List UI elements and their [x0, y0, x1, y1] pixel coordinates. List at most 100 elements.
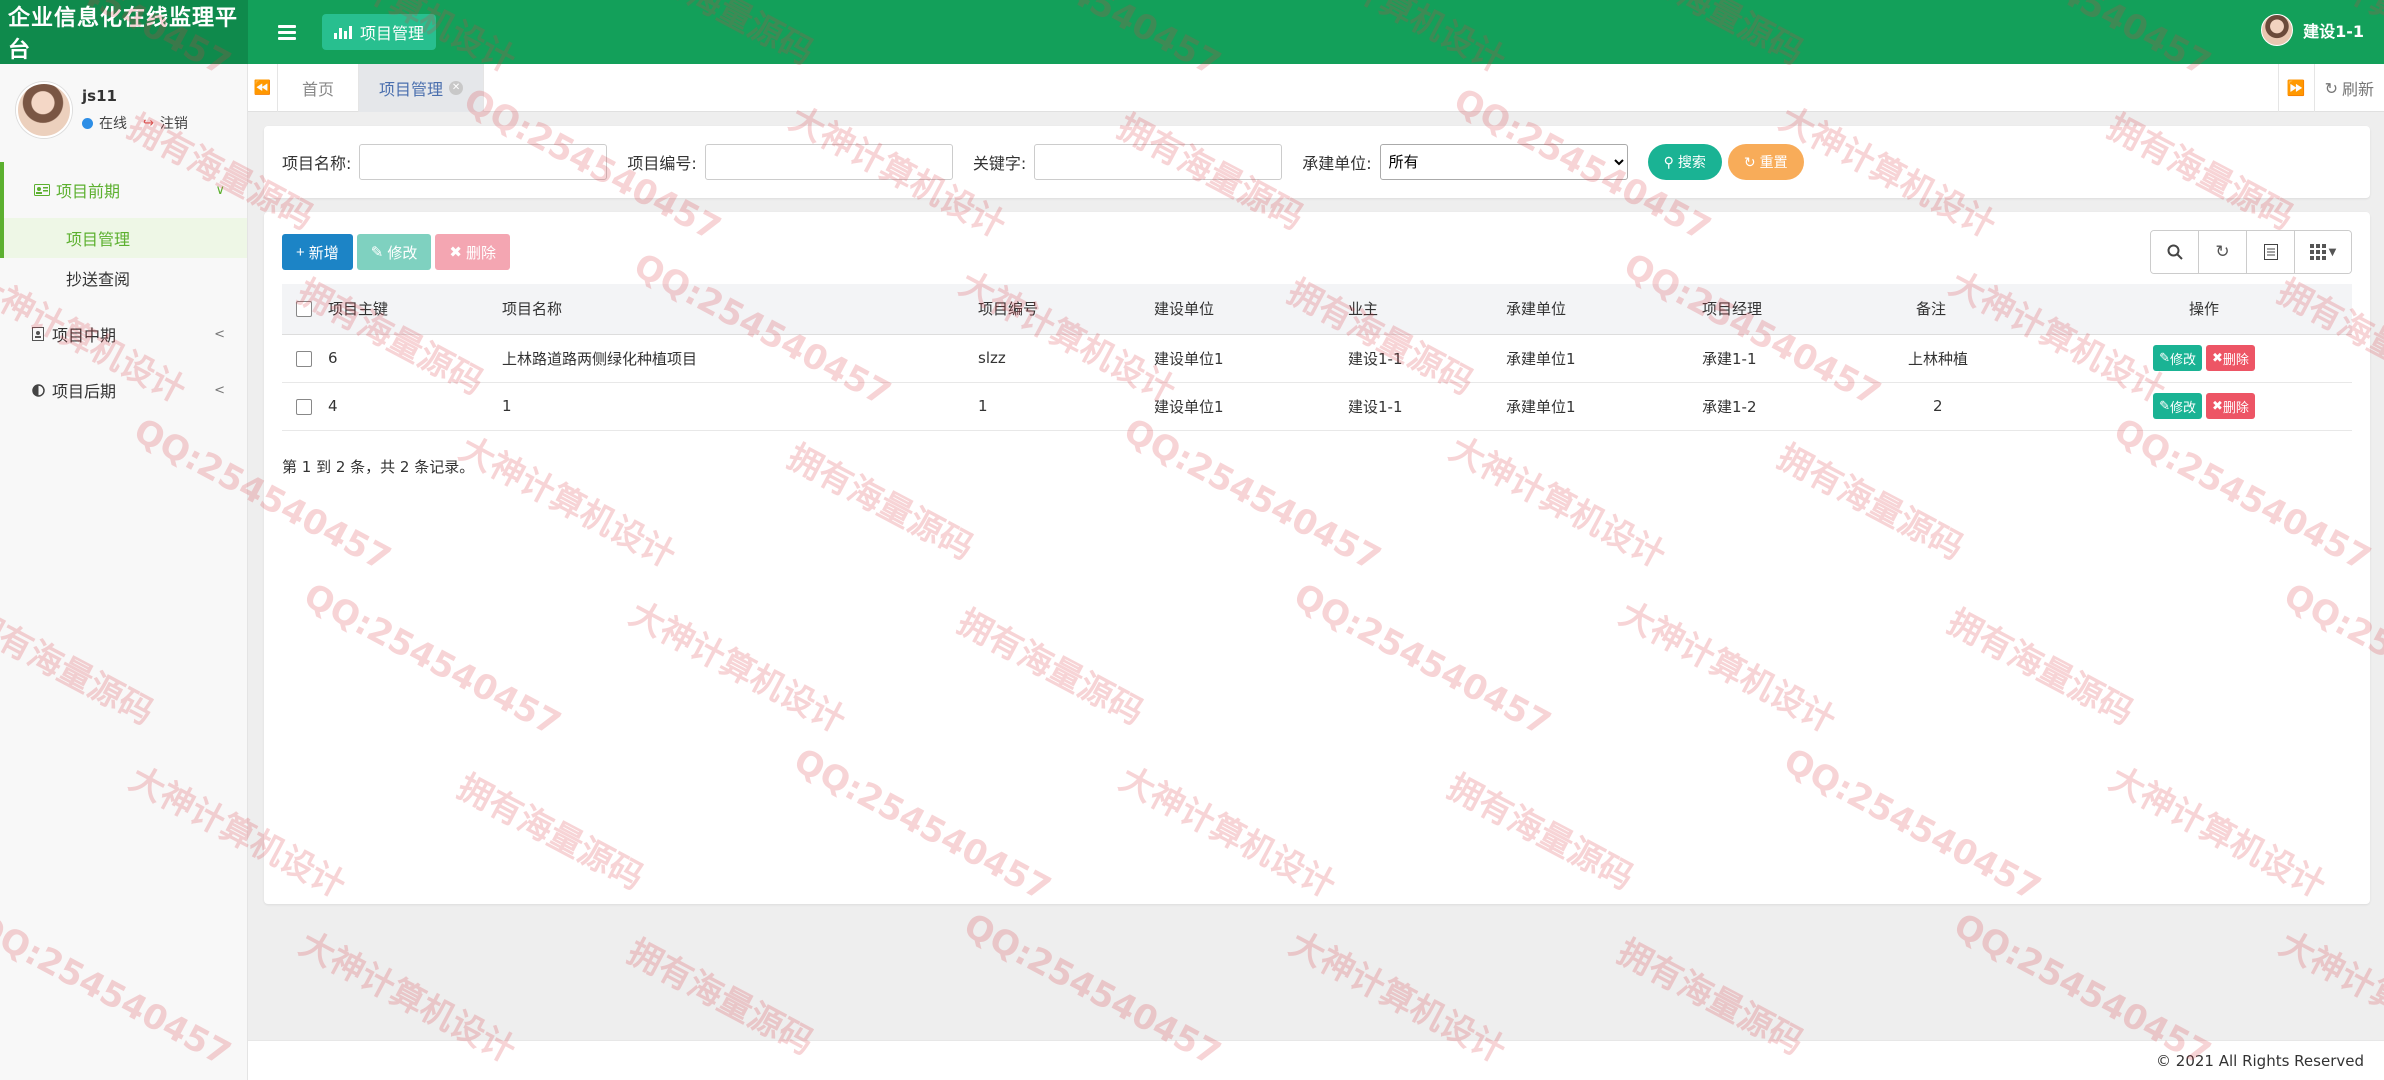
logout-link[interactable]: 注销	[160, 113, 188, 133]
app-title: 企业信息化在线监理平台	[0, 0, 248, 64]
col-header-name[interactable]: 项目名称	[502, 284, 978, 335]
edit-icon: ✎	[370, 244, 384, 261]
cell-actions: ✎ 修改 ✖ 删除	[2056, 334, 2352, 383]
keyword-input[interactable]	[1034, 144, 1283, 180]
edit-icon: ✎	[2159, 350, 2170, 365]
cell-manager: 承建1-2	[1702, 382, 1878, 431]
tab-scroll-right-icon[interactable]: ⏩	[2277, 64, 2314, 112]
top-tab-project-management[interactable]: 项目管理	[322, 14, 437, 50]
bar-chart-icon	[334, 25, 352, 39]
row-checkbox[interactable]	[296, 398, 312, 415]
sidebar-user-name: js11	[82, 87, 117, 105]
row-edit-label: 修改	[2169, 351, 2196, 367]
refresh-icon: ↻	[2215, 242, 2230, 262]
avatar	[2261, 14, 2294, 46]
keyword-label: 关键字:	[972, 154, 1027, 173]
edit-button-label: 修改	[387, 244, 418, 262]
project-name-label: 项目名称:	[282, 154, 352, 173]
grid-icon	[2309, 244, 2326, 260]
select-all-checkbox[interactable]	[296, 301, 312, 318]
col-header-actions: 操作	[2056, 284, 2352, 335]
sidebar-group-label: 项目后期	[52, 382, 117, 401]
delete-button-label: 删除	[465, 244, 496, 262]
col-header-owner[interactable]: 业主	[1348, 284, 1506, 335]
row-delete-label: 删除	[2222, 351, 2249, 367]
table-row[interactable]: 6 上林路道路两侧绿化种植项目 slzz 建设单位1 建设1-1 承建单位1 承…	[282, 334, 2352, 383]
cell-actions: ✎ 修改 ✖ 删除	[2056, 382, 2352, 431]
user-name: 建设1-1	[2303, 22, 2364, 41]
cell-code: slzz	[978, 334, 1154, 383]
columns-button[interactable]: ▼	[2295, 231, 2351, 273]
add-button[interactable]: + 新增	[282, 234, 353, 270]
cell-owner: 建设1-1	[1348, 382, 1506, 431]
online-status-icon	[82, 117, 93, 129]
sidebar-item-project-management[interactable]: 项目管理	[0, 218, 247, 258]
row-checkbox[interactable]	[296, 350, 312, 367]
file-icon	[30, 327, 46, 341]
col-header-builder[interactable]: 建设单位	[1154, 284, 1348, 335]
close-icon[interactable]: ✕	[449, 80, 464, 95]
search-button[interactable]: ⚲ 搜索	[1647, 144, 1722, 180]
search-toggle-button[interactable]	[2151, 231, 2199, 273]
row-edit-button[interactable]: ✎ 修改	[2153, 393, 2202, 419]
copyright-text: © 2021 All Rights Reserved	[2156, 1051, 2364, 1070]
reset-button[interactable]: ↻ 重置	[1727, 144, 1804, 180]
col-header-id[interactable]: 项目主键	[328, 284, 502, 335]
row-delete-button[interactable]: ✖ 删除	[2206, 345, 2255, 371]
col-header-contractor[interactable]: 承建单位	[1506, 284, 1702, 335]
row-delete-label: 删除	[2222, 399, 2249, 415]
online-status-label: 在线	[99, 116, 127, 132]
refresh-button[interactable]: ↻	[2199, 231, 2247, 273]
cell-name: 上林路道路两侧绿化种植项目	[502, 334, 978, 383]
sidebar-group-project-late[interactable]: 项目后期 <	[0, 362, 247, 418]
sidebar-menu: 项目前期 ∨ 项目管理 抄送查阅 项目中期 < 项目后期 <	[0, 162, 247, 418]
reset-button-label: 重置	[1759, 154, 1788, 170]
search-icon: ⚲	[1663, 153, 1674, 170]
col-header-manager[interactable]: 项目经理	[1702, 284, 1878, 335]
project-code-input[interactable]	[704, 144, 953, 180]
edit-icon: ✎	[2159, 398, 2170, 413]
user-menu[interactable]: 建设1-1	[2261, 14, 2364, 46]
times-icon: ✖	[2212, 398, 2223, 413]
row-edit-button[interactable]: ✎ 修改	[2153, 345, 2202, 371]
contractor-label: 承建单位:	[1302, 154, 1372, 173]
tab-project-management[interactable]: 项目管理 ✕	[359, 63, 485, 112]
toggle-view-button[interactable]	[2247, 231, 2295, 273]
cell-remark: 2	[1878, 382, 2056, 431]
tab-scroll-left-icon[interactable]: ⏪	[248, 63, 278, 112]
user-panel: js11 在线 ↪ 注销	[0, 64, 247, 156]
sidebar-item-cc-review[interactable]: 抄送查阅	[0, 258, 247, 298]
half-circle-icon	[30, 383, 46, 397]
id-card-icon	[34, 184, 50, 197]
edit-button[interactable]: ✎ 修改	[356, 234, 432, 270]
cell-owner: 建设1-1	[1348, 334, 1506, 383]
refresh-icon: ↻	[1743, 153, 1756, 170]
cell-contractor: 承建单位1	[1506, 334, 1702, 383]
tab-home[interactable]: 首页	[278, 63, 360, 112]
project-name-input[interactable]	[359, 144, 608, 180]
sidebar-group-project-mid[interactable]: 项目中期 <	[0, 306, 247, 362]
table-tools: ↻ ▼	[2150, 230, 2352, 274]
times-icon: ✖	[2212, 350, 2223, 365]
caret-down-icon: ▼	[2328, 246, 2337, 258]
contractor-select[interactable]: 所有	[1379, 144, 1628, 180]
sidebar: js11 在线 ↪ 注销 项目前期 ∨ 项目管理 抄送查阅 项目中期 < 项目后…	[0, 64, 248, 1080]
refresh-label: 刷新	[2341, 80, 2374, 99]
add-button-label: 新增	[308, 244, 339, 262]
refresh-icon: ↻	[2324, 78, 2338, 98]
cell-remark: 上林种植	[1878, 334, 2056, 383]
col-header-code[interactable]: 项目编号	[978, 284, 1154, 335]
menu-toggle-icon[interactable]	[278, 24, 296, 40]
delete-button[interactable]: ✖ 删除	[435, 234, 510, 270]
table-toolbar: + 新增 ✎ 修改 ✖ 删除	[282, 234, 510, 270]
refresh-tab-button[interactable]: ↻ 刷新	[2313, 64, 2384, 112]
search-icon	[2167, 244, 2183, 260]
top-navbar: 企业信息化在线监理平台 项目管理 建设1-1	[0, 0, 2384, 64]
table-row[interactable]: 4 1 1 建设单位1 建设1-1 承建单位1 承建1-2 2 ✎ 修改 ✖ 删除	[282, 382, 2352, 431]
table-header-row: 项目主键 项目名称 项目编号 建设单位 业主 承建单位 项目经理 备注 操作	[282, 284, 2352, 335]
logout-icon[interactable]: ↪	[143, 116, 154, 131]
col-header-remark[interactable]: 备注	[1878, 284, 2056, 335]
tabs-bar: ⏪ 首页 项目管理 ✕ ⏩ ↻ 刷新	[248, 63, 2384, 112]
sidebar-group-project-early[interactable]: 项目前期 ∨	[0, 162, 247, 218]
row-delete-button[interactable]: ✖ 删除	[2206, 393, 2255, 419]
